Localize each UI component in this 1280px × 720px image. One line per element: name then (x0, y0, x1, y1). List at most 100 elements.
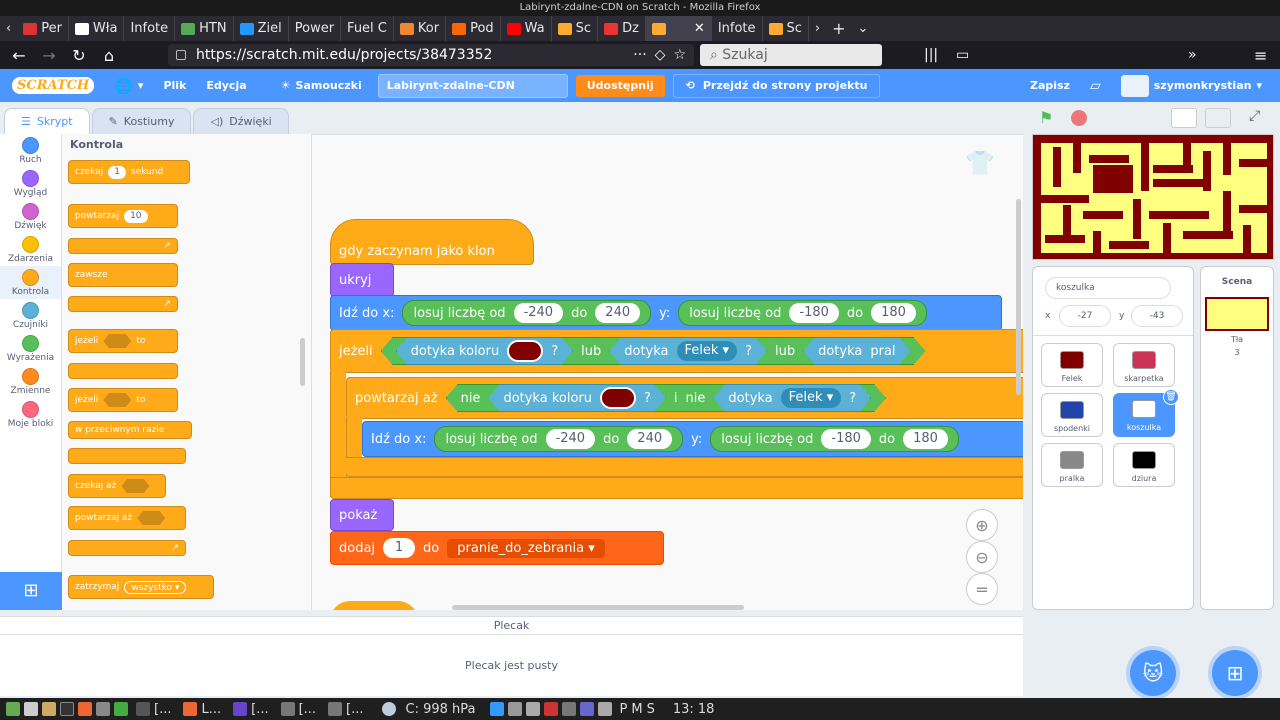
category-operators[interactable]: Wyrażenia (0, 332, 61, 365)
palette-block-repeat[interactable]: powtarzaj 10 (68, 204, 178, 228)
sprite-thumbnail[interactable]: dziura (1113, 443, 1175, 487)
number-input[interactable]: -180 (789, 303, 839, 323)
number-input[interactable]: 1 (383, 538, 416, 558)
tray-icon[interactable] (507, 702, 522, 716)
number-input[interactable]: 240 (627, 429, 673, 449)
category-my-blocks[interactable]: Moje bloki (0, 398, 61, 431)
app-icon[interactable] (96, 702, 110, 716)
browser-tab[interactable]: Dz (598, 16, 646, 41)
random-reporter[interactable]: losuj liczbę od -240 do 240 (434, 426, 684, 452)
sprite-thumbnail[interactable]: pralka (1041, 443, 1103, 487)
horizontal-scrollbar[interactable] (452, 605, 744, 610)
taskbar-window[interactable]: L... (179, 702, 225, 717)
browser-tab[interactable]: Sc (763, 16, 809, 41)
next-hat-block[interactable] (330, 601, 418, 610)
sprite-thumbnail-selected[interactable]: koszulka 🗑 (1113, 389, 1179, 437)
sprite-thumbnail[interactable]: skarpetka (1113, 343, 1175, 387)
category-control[interactable]: Kontrola (0, 266, 61, 299)
large-stage-icon[interactable] (1205, 108, 1231, 128)
sidebar-icon[interactable]: ▭ (956, 47, 969, 63)
stage-canvas[interactable] (1032, 134, 1274, 260)
block-repeat-until[interactable]: powtarzaj aż nie dotyka koloru? i nie do… (346, 377, 1023, 419)
forward-icon[interactable]: → (34, 46, 64, 65)
tray-icon[interactable] (597, 702, 612, 716)
add-extension-button[interactable]: ⊞ (0, 572, 62, 610)
touching-color-sensor[interactable]: dotyka koloru? (396, 337, 573, 365)
category-looks[interactable]: Wygląd (0, 167, 61, 200)
add-backdrop-button[interactable]: ⊞ (1212, 650, 1258, 696)
touching-sensor[interactable]: dotyka pral (803, 337, 910, 365)
firefox-icon[interactable] (78, 702, 92, 716)
number-input[interactable]: -240 (545, 429, 596, 449)
save-button[interactable]: Zapisz (1020, 69, 1080, 102)
block-input[interactable]: 10 (124, 209, 148, 223)
hat-block-when-clone-starts[interactable]: gdy zaczynam jako klon (330, 219, 534, 265)
new-tab-icon[interactable]: + (826, 19, 851, 38)
tab-code[interactable]: ☰ Skrypt (4, 108, 90, 134)
taskbar-window[interactable]: [... (324, 702, 367, 717)
number-input[interactable]: 180 (903, 429, 948, 449)
sprite-thumbnail[interactable]: spodenki (1041, 393, 1103, 437)
browser-tab[interactable]: Ziel (234, 16, 289, 41)
pocket-icon[interactable]: ◇ (655, 47, 666, 63)
taskbar-window[interactable]: [... (277, 702, 320, 717)
backpack-header[interactable]: Plecak (0, 617, 1023, 635)
palette-block-if[interactable]: jeżeli to (68, 329, 178, 353)
block-goto-xy[interactable]: Idź do x: losuj liczbę od -240 do 240 y: lo… (362, 421, 1023, 457)
browser-tab[interactable]: Per (17, 16, 69, 41)
show-desktop-icon[interactable] (24, 702, 38, 716)
extensions-icon[interactable]: » (1188, 47, 1197, 63)
browser-tab[interactable]: Pod (446, 16, 501, 41)
x-position-field[interactable]: -27 (1059, 305, 1111, 327)
random-reporter[interactable]: losuj liczbę od -240 do 240 (402, 300, 652, 326)
touching-sensor[interactable]: dotyka Felek ▾? (609, 337, 767, 365)
random-reporter[interactable]: losuj liczbę od -180 do 180 (710, 426, 959, 452)
taskbar-clock[interactable]: 13: 18 (673, 702, 715, 717)
tray-icon[interactable] (489, 702, 504, 716)
menu-icon[interactable]: ≡ (1254, 46, 1267, 65)
sprite-dropdown[interactable]: Felek ▾ (781, 388, 842, 408)
terminal-icon[interactable] (60, 702, 74, 716)
block-change-variable[interactable]: dodaj 1 do pranie_do_zebrania ▾ (330, 531, 664, 565)
category-events[interactable]: Zdarzenia (0, 233, 61, 266)
browser-tab[interactable]: Infote (124, 16, 176, 41)
tab-costumes[interactable]: ✎ Kostiumy (91, 108, 192, 134)
close-tab-icon[interactable]: ✕ (694, 21, 705, 36)
number-input[interactable]: 240 (595, 303, 641, 323)
tray-icon[interactable] (561, 702, 576, 716)
block-show[interactable]: pokaż (330, 499, 394, 531)
zoom-out-button[interactable]: ⊖ (966, 541, 998, 573)
add-sprite-button[interactable]: 🐱 (1130, 650, 1176, 696)
green-flag-icon[interactable]: ⚑ (1039, 108, 1053, 127)
scratch-logo[interactable]: SCRATCH (12, 77, 95, 94)
file-manager-icon[interactable] (42, 702, 56, 716)
file-menu[interactable]: Plik (153, 69, 196, 102)
page-actions-icon[interactable]: ··· (633, 47, 646, 63)
account-menu[interactable]: szymonkrystian ▾ (1111, 69, 1272, 102)
language-menu[interactable]: 🌐 ▾ (104, 69, 153, 102)
category-sound[interactable]: Dźwięk (0, 200, 61, 233)
number-input[interactable]: -240 (513, 303, 564, 323)
keyboard-layout-indicator[interactable]: S (647, 702, 655, 717)
url-bar[interactable]: https://scratch.mit.edu/projects/3847335… (168, 44, 694, 66)
block-if[interactable]: jeżeli dotyka koloru? lub dotyka Felek ▾?… (330, 329, 1023, 373)
and-operator[interactable]: nie dotyka koloru? i nie dotyka Felek ▾? (446, 384, 887, 412)
reload-icon[interactable]: ↻ (64, 46, 94, 65)
keyboard-layout-indicator[interactable]: P (620, 702, 628, 717)
block-hide[interactable]: ukryj (330, 263, 394, 297)
or-operator[interactable]: dotyka koloru? lub dotyka Felek ▾? lub do… (381, 337, 926, 365)
number-input[interactable]: -180 (821, 429, 871, 449)
share-button[interactable]: Udostępnij (575, 74, 665, 97)
palette-block-if-else[interactable]: jeżeli to (68, 388, 178, 412)
zoom-in-button[interactable]: ⊕ (966, 509, 998, 541)
stage-selector[interactable]: Scena Tła 3 (1200, 266, 1274, 610)
touching-color-sensor[interactable]: dotyka koloru? (488, 384, 665, 412)
category-variables[interactable]: Zmienne (0, 365, 61, 398)
block-goto-xy[interactable]: Idź do x: losuj liczbę od -240 do 240 y: lo… (330, 295, 1002, 331)
palette-block-wait[interactable]: czekaj 1 sekund (68, 160, 190, 184)
browser-tab[interactable]: Sc (552, 16, 599, 41)
home-icon[interactable]: ⌂ (94, 46, 124, 65)
start-menu-icon[interactable] (6, 702, 20, 716)
variable-dropdown[interactable]: pranie_do_zebrania ▾ (447, 538, 605, 558)
tab-list-icon[interactable]: ⌄ (852, 21, 875, 36)
